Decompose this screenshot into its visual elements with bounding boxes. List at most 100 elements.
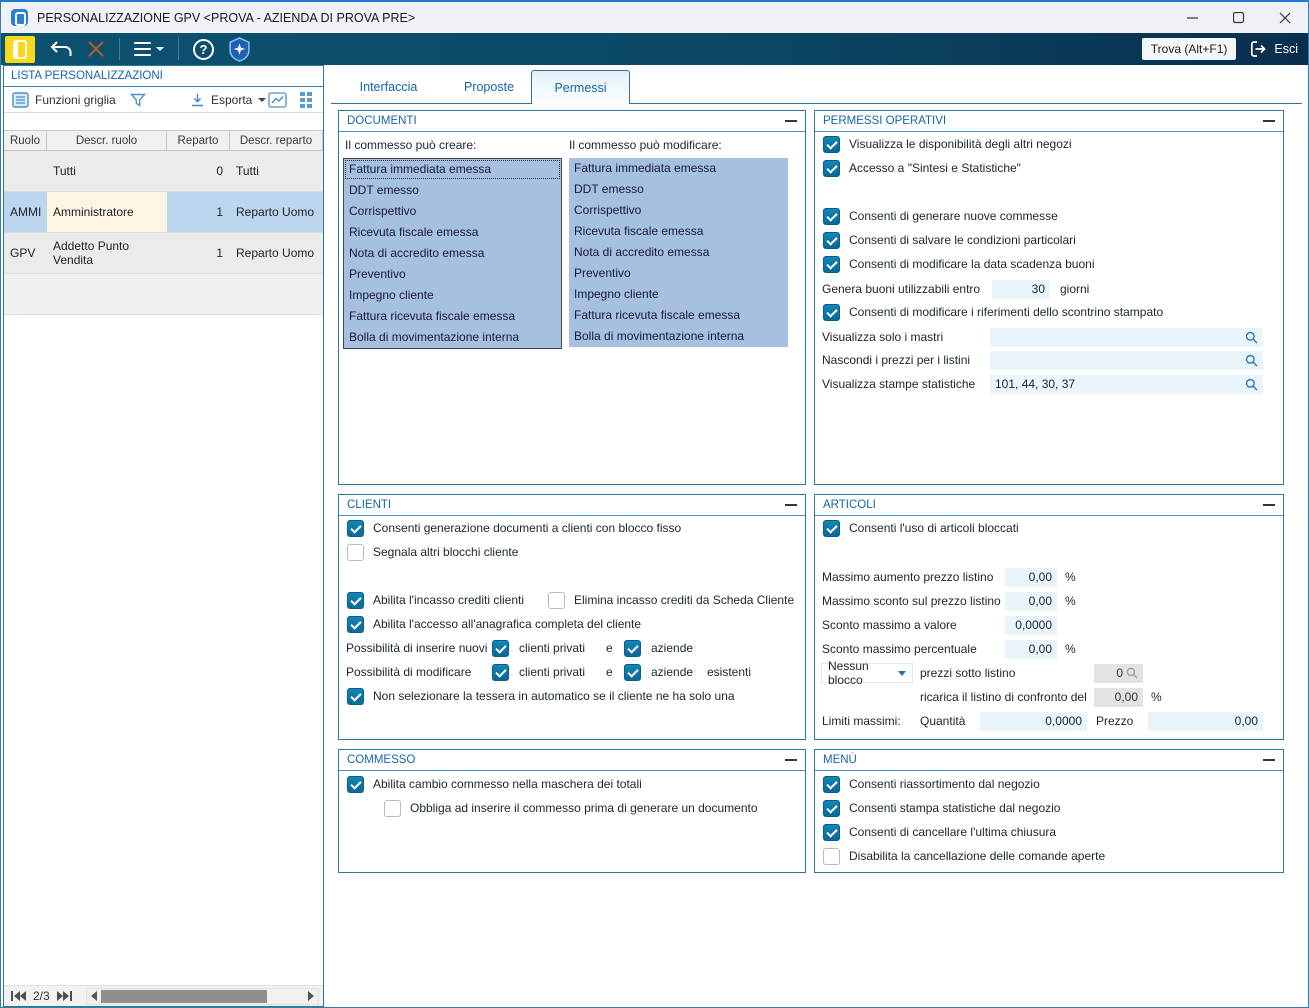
prezzo-input[interactable]: 0,00 [1148, 712, 1263, 731]
checkbox[interactable] [492, 664, 509, 681]
modify-documents-list[interactable]: Fattura immediata emessa DDT emesso Corr… [569, 158, 788, 349]
list-item[interactable]: Ricevuta fiscale emessa [569, 221, 788, 242]
listini-lookup-field[interactable] [990, 351, 1263, 370]
stampe-lookup-field[interactable]: 101, 44, 30, 37 [990, 375, 1263, 394]
number-input[interactable]: 0,0000 [1005, 616, 1057, 635]
esci-button[interactable]: Esci [1248, 39, 1298, 59]
checkbox[interactable] [347, 776, 364, 793]
list-item[interactable]: Fattura ricevuta fiscale emessa [344, 306, 561, 327]
column-header[interactable]: Descr. ruolo [47, 131, 167, 150]
close-button[interactable] [1262, 2, 1308, 33]
table-row[interactable]: GPV Addetto Punto Vendita 1 Reparto Uomo [4, 233, 323, 274]
checkbox[interactable] [823, 520, 840, 537]
list-item[interactable]: DDT emesso [569, 179, 788, 200]
sotto-listino-field[interactable]: 0 [1094, 664, 1143, 683]
checkbox[interactable] [823, 136, 840, 153]
checkbox[interactable] [823, 232, 840, 249]
pin-button[interactable] [228, 37, 251, 62]
checkbox[interactable] [823, 160, 840, 177]
maximize-button[interactable] [1216, 2, 1262, 33]
ricarica-input[interactable]: 0,00 [1094, 688, 1143, 707]
checkbox[interactable] [823, 776, 840, 793]
checkbox[interactable] [347, 616, 364, 633]
number-input[interactable]: 0,00 [1005, 640, 1057, 659]
checkbox[interactable] [823, 800, 840, 817]
collapse-button[interactable] [1263, 504, 1275, 506]
table-row[interactable]: Tutti 0 Tutti [4, 151, 323, 192]
undo-button[interactable] [49, 40, 73, 58]
checkbox[interactable] [347, 592, 364, 609]
tab-permessi[interactable]: Permessi [531, 70, 630, 104]
first-page-button[interactable] [11, 991, 26, 1001]
tab-proposte[interactable]: Proposte [444, 72, 534, 102]
quantita-input[interactable]: 0,0000 [980, 712, 1087, 731]
list-item[interactable]: Corrispettivo [344, 201, 561, 222]
number-input[interactable]: 0,00 [1005, 568, 1057, 587]
list-item[interactable]: Preventivo [569, 263, 788, 284]
checkbox[interactable] [823, 824, 840, 841]
checkbox[interactable] [548, 592, 565, 609]
list-item[interactable]: Nota di accredito emessa [344, 243, 561, 264]
number-input[interactable]: 0,00 [1005, 592, 1057, 611]
app-yellow-button[interactable] [5, 36, 35, 63]
list-item[interactable]: Bolla di movimentazione interna [569, 326, 788, 347]
create-documents-list[interactable]: Fattura immediata emessa DDT emesso Corr… [343, 158, 562, 349]
menu-button[interactable] [134, 42, 164, 56]
list-item[interactable]: Nota di accredito emessa [569, 242, 788, 263]
cancel-button[interactable] [87, 40, 105, 58]
help-button[interactable]: ? [193, 39, 214, 60]
minimize-button[interactable] [1170, 2, 1216, 33]
filter-button[interactable] [130, 87, 146, 113]
mastri-lookup-field[interactable] [990, 328, 1263, 347]
list-item[interactable]: Ricevuta fiscale emessa [344, 222, 561, 243]
checkbox[interactable] [347, 520, 364, 537]
hamburger-icon [134, 42, 151, 56]
list-item[interactable]: Preventivo [344, 264, 561, 285]
list-item[interactable]: Fattura immediata emessa [344, 159, 561, 180]
trova-button[interactable]: Trova (Alt+F1) [1142, 38, 1237, 60]
list-item[interactable]: Bolla di movimentazione interna [344, 327, 561, 348]
checkbox[interactable] [823, 208, 840, 225]
list-item[interactable]: Corrispettivo [569, 200, 788, 221]
cell-descr-ruolo: Tutti [47, 151, 167, 191]
tab-interfaccia[interactable]: Interfaccia [341, 72, 436, 102]
checkbox[interactable] [492, 640, 509, 657]
collapse-button[interactable] [785, 504, 797, 506]
layout-button[interactable] [300, 87, 312, 113]
column-header[interactable]: Descr. reparto [230, 131, 323, 150]
checkbox[interactable] [823, 256, 840, 273]
blocco-select[interactable]: Nessun blocco [821, 663, 913, 683]
checkbox[interactable] [823, 304, 840, 321]
chart-button[interactable] [268, 87, 287, 113]
column-header[interactable]: Ruolo [4, 131, 47, 150]
list-item[interactable]: Fattura ricevuta fiscale emessa [569, 305, 788, 326]
last-page-button[interactable] [57, 991, 72, 1001]
collapse-button[interactable] [785, 759, 797, 761]
panel-permessi-operativi: PERMESSI OPERATIVI Visualizza le disponi… [814, 110, 1284, 485]
esporta-button[interactable]: Esporta [190, 87, 266, 113]
checkbox[interactable] [624, 664, 641, 681]
horizontal-scrollbar[interactable] [86, 988, 319, 1005]
checkbox[interactable] [384, 800, 401, 817]
list-item[interactable]: Impegno cliente [344, 285, 561, 306]
checkbox[interactable] [823, 848, 840, 865]
option-label: clienti privati [519, 660, 585, 684]
scroll-right-arrow[interactable] [308, 991, 314, 1001]
list-item[interactable]: Impegno cliente [569, 284, 788, 305]
column-header[interactable]: Reparto [167, 131, 230, 150]
list-item[interactable]: DDT emesso [344, 180, 561, 201]
field-label: Prezzo [1096, 709, 1133, 733]
funzioni-griglia-button[interactable]: Funzioni griglia [12, 87, 116, 113]
checkbox[interactable] [347, 544, 364, 561]
table-row-selected[interactable]: AMMI Amministratore 1 Reparto Uomo [4, 192, 323, 233]
checkbox[interactable] [624, 640, 641, 657]
checkbox[interactable] [347, 688, 364, 705]
main-toolbar: ? Trova (Alt+F1) Esci [1, 33, 1308, 65]
scroll-left-arrow[interactable] [91, 991, 97, 1001]
collapse-button[interactable] [1263, 759, 1275, 761]
giorni-input[interactable]: 30 [992, 280, 1050, 299]
collapse-button[interactable] [785, 120, 797, 122]
scrollbar-thumb[interactable] [101, 990, 268, 1003]
collapse-button[interactable] [1263, 120, 1275, 122]
list-item[interactable]: Fattura immediata emessa [569, 158, 788, 179]
